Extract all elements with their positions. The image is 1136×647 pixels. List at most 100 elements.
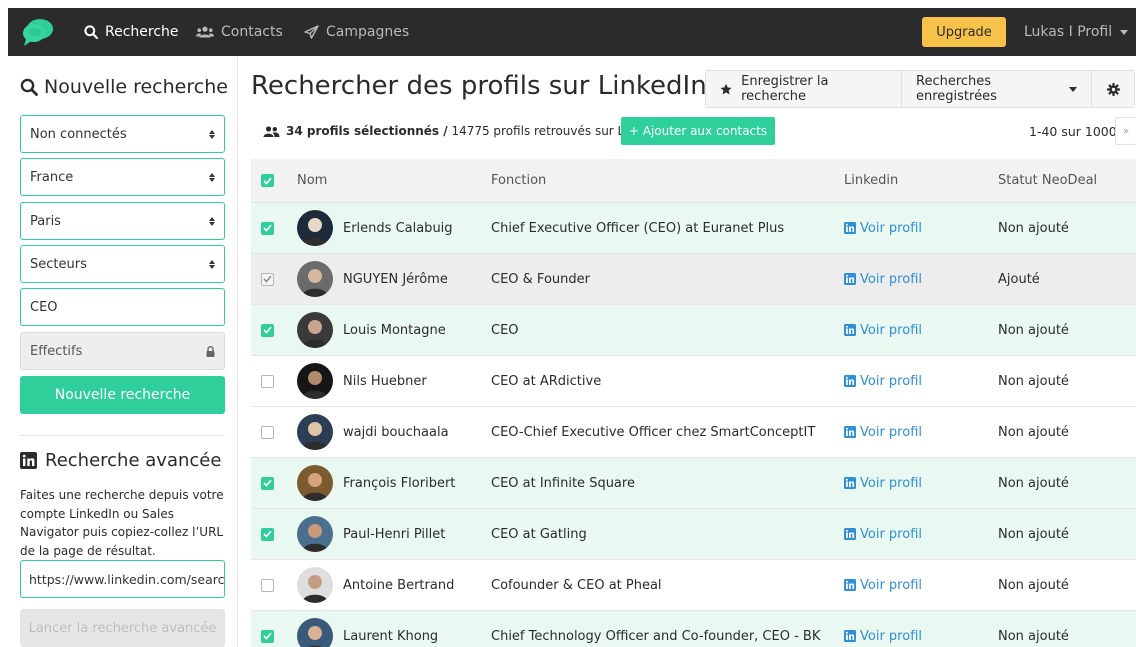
row-check-cell: [261, 560, 274, 610]
country-select[interactable]: France: [20, 158, 225, 196]
row-checkbox[interactable]: [261, 578, 274, 592]
avatar-cell: [297, 356, 333, 406]
avatar-cell: [297, 254, 333, 304]
view-profile-link[interactable]: Voir profil: [844, 578, 922, 593]
table-row[interactable]: François Floribert CEO at Infinite Square…: [251, 458, 1136, 509]
neodeal-logo[interactable]: [22, 17, 54, 47]
row-check-cell: [261, 407, 274, 457]
sidebar-title-text: Nouvelle recherche: [44, 76, 228, 98]
table-row[interactable]: NGUYEN Jérôme CEO & Founder Voir profil Ajo…: [251, 254, 1136, 305]
view-profile-link[interactable]: Voir profil: [844, 272, 922, 287]
saved-searches-dropdown[interactable]: Recherches enregistrées: [902, 70, 1092, 108]
view-profile-link[interactable]: Voir profil: [844, 425, 922, 440]
launch-advanced-search-button[interactable]: Lancer la recherche avancée: [20, 609, 225, 647]
table-row[interactable]: Laurent Khong Chief Technology Officer an…: [251, 611, 1136, 647]
keyword-input[interactable]: CEO: [20, 288, 225, 326]
table-row[interactable]: Antoine Bertrand Cofounder & CEO at Pheal…: [251, 560, 1136, 611]
save-search-button[interactable]: Enregistrer la recherche: [705, 70, 902, 108]
row-status: Non ajouté: [998, 424, 1069, 440]
row-function: Cofounder & CEO at Pheal: [491, 577, 662, 593]
view-profile-link[interactable]: Voir profil: [844, 323, 922, 338]
row-checkbox[interactable]: [261, 323, 274, 337]
select-all-checkbox[interactable]: [261, 174, 274, 187]
table-row[interactable]: Louis Montagne CEO Voir profil Non ajouté: [251, 305, 1136, 356]
row-check-cell: [261, 509, 274, 559]
select-arrows-icon: [209, 216, 215, 226]
nav-item-campagnes[interactable]: Campagnes: [304, 8, 409, 56]
search-icon: [20, 78, 38, 96]
row-name: Nils Huebner: [343, 373, 427, 389]
row-checkbox: [261, 272, 274, 286]
row-name: Paul-Henri Pillet: [343, 526, 446, 542]
advanced-search-description: Faites une recherche depuis votre compte…: [20, 488, 224, 558]
nav-item-contacts[interactable]: Contacts: [196, 8, 283, 56]
row-function: CEO & Founder: [491, 271, 590, 287]
linkedin-icon: [844, 375, 856, 387]
row-check-cell: [261, 254, 274, 304]
linkedin-url-input[interactable]: https://www.linkedin.com/search/: [20, 560, 225, 598]
row-checkbox[interactable]: [261, 629, 274, 643]
row-status: Non ajouté: [998, 220, 1069, 236]
linkedin-icon: [844, 528, 856, 540]
row-function: CEO at Gatling: [491, 526, 587, 542]
avatar: [297, 363, 333, 399]
view-profile-link[interactable]: Voir profil: [844, 476, 922, 491]
advanced-search-title-text: Recherche avancée: [45, 450, 222, 471]
pagination-next-button[interactable]: »: [1115, 117, 1136, 145]
row-status: Non ajouté: [998, 373, 1069, 389]
new-search-button[interactable]: Nouvelle recherche: [20, 376, 225, 414]
header-status: Statut NeoDeal: [998, 173, 1098, 188]
row-name: Laurent Khong: [343, 628, 439, 644]
view-profile-link[interactable]: Voir profil: [844, 374, 922, 389]
profile-menu[interactable]: Lukas I Profil: [1024, 8, 1129, 56]
select-all-cell: [261, 159, 274, 202]
view-profile-label: Voir profil: [860, 526, 922, 542]
linkedin-icon: [844, 426, 856, 438]
city-select[interactable]: Paris: [20, 202, 225, 240]
table-row[interactable]: Erlends Calabuig Chief Executive Officer …: [251, 203, 1136, 254]
table-body: Erlends Calabuig Chief Executive Officer …: [251, 203, 1136, 647]
row-function: CEO at Infinite Square: [491, 475, 635, 491]
view-profile-link[interactable]: Voir profil: [844, 629, 922, 644]
row-check-cell: [261, 611, 274, 647]
row-checkbox[interactable]: [261, 527, 274, 541]
row-linkedin-cell: Voir profil: [844, 560, 922, 610]
row-check-cell: [261, 203, 274, 253]
row-name: wajdi bouchaala: [343, 424, 449, 440]
view-profile-link[interactable]: Voir profil: [844, 221, 922, 236]
row-checkbox[interactable]: [261, 476, 274, 490]
table-row[interactable]: Paul-Henri Pillet CEO at Gatling Voir prof…: [251, 509, 1136, 560]
table-row[interactable]: wajdi bouchaala CEO-Chief Executive Offic…: [251, 407, 1136, 458]
view-profile-link[interactable]: Voir profil: [844, 527, 922, 542]
linkedin-icon: [844, 222, 856, 234]
nav-label: Campagnes: [326, 24, 410, 40]
header-name[interactable]: Nom: [297, 159, 327, 202]
search-actions: Enregistrer la recherche Recherches enre…: [705, 70, 1135, 108]
row-linkedin-cell: Voir profil: [844, 407, 922, 457]
keyword-value: CEO: [30, 299, 58, 315]
row-check-cell: [261, 305, 274, 355]
avatar: [297, 516, 333, 552]
table-row[interactable]: Nils Huebner CEO at ARdictive Voir profil N…: [251, 356, 1136, 407]
star-icon: [720, 83, 732, 94]
row-checkbox[interactable]: [261, 374, 274, 388]
linkedin-icon: [844, 579, 856, 591]
upgrade-button[interactable]: Upgrade: [922, 17, 1006, 47]
row-checkbox[interactable]: [261, 221, 274, 235]
add-to-contacts-button[interactable]: + Ajouter aux contacts: [621, 117, 775, 145]
app-frame: Recherche Contacts Campagnes Upgrade Luk…: [8, 8, 1136, 647]
pagination-info: 1-40 sur 1000: [1029, 123, 1117, 139]
select-arrows-icon: [209, 172, 215, 182]
row-name: François Floribert: [343, 475, 456, 491]
nav-item-recherche[interactable]: Recherche: [84, 8, 179, 56]
row-function: Chief Technology Officer and Co-founder,…: [491, 628, 821, 644]
view-profile-label: Voir profil: [860, 424, 922, 440]
sector-select[interactable]: Secteurs: [20, 245, 225, 283]
linkedin-icon: [844, 324, 856, 336]
connection-select[interactable]: Non connectés: [20, 115, 225, 153]
settings-button[interactable]: [1092, 70, 1135, 108]
row-checkbox[interactable]: [261, 425, 274, 439]
headcount-select: Effectifs: [20, 332, 225, 370]
row-status: Non ajouté: [998, 526, 1069, 542]
row-status: Non ajouté: [998, 577, 1069, 593]
